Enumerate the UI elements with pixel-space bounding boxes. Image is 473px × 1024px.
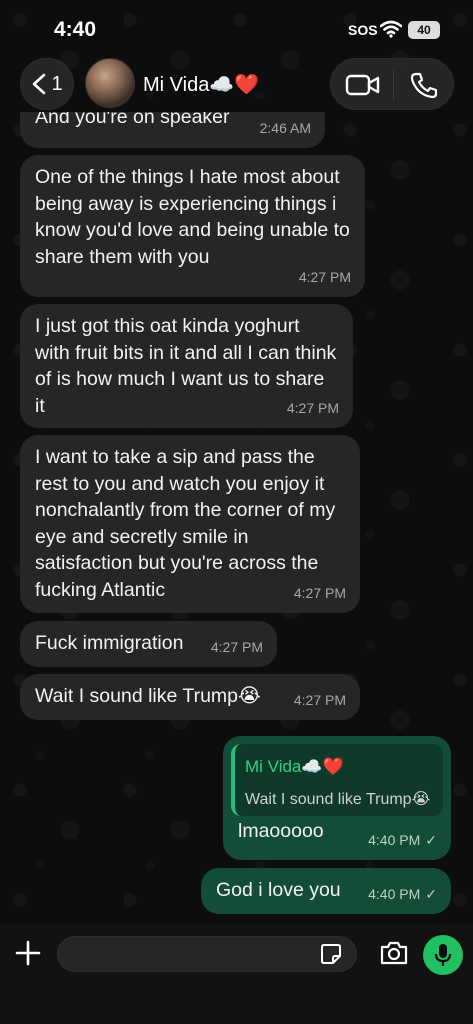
message-text: lmaooooo xyxy=(238,820,324,842)
message-text: One of the things I hate most about bein… xyxy=(35,166,350,268)
battery-indicator: 40 xyxy=(408,21,440,39)
chat-header: 1 Mi Vida☁️❤️ xyxy=(0,56,473,112)
message-text: I want to take a sip and pass the rest t… xyxy=(35,446,336,601)
quote-text: Wait I sound like Trump😭 xyxy=(245,790,431,808)
message-time: 4:27 PM xyxy=(298,268,351,285)
contact-name[interactable]: Mi Vida☁️❤️ xyxy=(143,72,259,97)
phone-call-icon[interactable] xyxy=(409,71,439,99)
sent-check-icon: ✓ xyxy=(425,885,437,902)
unread-count: 1 xyxy=(51,72,63,95)
camera-icon[interactable] xyxy=(379,940,409,966)
message-list[interactable]: And you're on speaker 2:46 AM One of the… xyxy=(0,112,473,924)
sent-check-icon: ✓ xyxy=(425,831,437,848)
message-bubble[interactable]: And you're on speaker 2:46 AM xyxy=(20,112,325,148)
reply-quote[interactable]: Mi Vida☁️❤️ Wait I sound like Trump😭 xyxy=(231,744,443,816)
message-time: 4:27 PM xyxy=(293,691,346,708)
quote-author: Mi Vida☁️❤️ xyxy=(245,757,344,776)
message-meta: 4:40 PM ✓ xyxy=(368,881,437,908)
message-time: 4:40 PM xyxy=(368,885,421,902)
call-actions xyxy=(330,58,454,110)
status-time: 4:40 xyxy=(54,18,97,41)
wifi-icon xyxy=(380,20,402,38)
message-bubble[interactable]: Fuck immigration 4:27 PM xyxy=(20,621,277,667)
avatar[interactable] xyxy=(85,58,135,108)
divider xyxy=(393,69,394,101)
composer-bar xyxy=(0,924,473,1024)
microphone-button[interactable] xyxy=(423,935,463,975)
message-time: 4:27 PM xyxy=(210,638,263,655)
back-button[interactable]: 1 xyxy=(20,58,74,110)
sticker-icon[interactable] xyxy=(320,943,342,965)
message-time: 2:46 AM xyxy=(259,119,311,136)
message-bubble[interactable]: Wait I sound like Trump😭 4:27 PM xyxy=(20,674,360,720)
status-bar: 4:40 SOS 40 xyxy=(0,0,473,56)
plus-icon[interactable] xyxy=(14,939,42,967)
message-bubble[interactable]: I just got this oat kinda yoghurt with f… xyxy=(20,304,353,428)
video-call-icon[interactable] xyxy=(345,71,381,99)
message-meta: 4:40 PM ✓ xyxy=(368,827,437,854)
message-time: 4:40 PM xyxy=(368,831,421,848)
message-input[interactable] xyxy=(57,936,357,972)
message-bubble-outgoing[interactable]: God i love you 4:40 PM ✓ xyxy=(201,868,451,914)
message-bubble-outgoing[interactable]: Mi Vida☁️❤️ Wait I sound like Trump😭 lma… xyxy=(223,736,451,860)
status-sos: SOS xyxy=(348,22,378,38)
message-time: 4:27 PM xyxy=(286,399,339,416)
message-time: 4:27 PM xyxy=(293,584,346,601)
microphone-icon xyxy=(434,944,452,966)
message-bubble[interactable]: One of the things I hate most about bein… xyxy=(20,155,365,297)
message-bubble[interactable]: I want to take a sip and pass the rest t… xyxy=(20,435,360,613)
back-chevron-icon xyxy=(33,73,46,95)
